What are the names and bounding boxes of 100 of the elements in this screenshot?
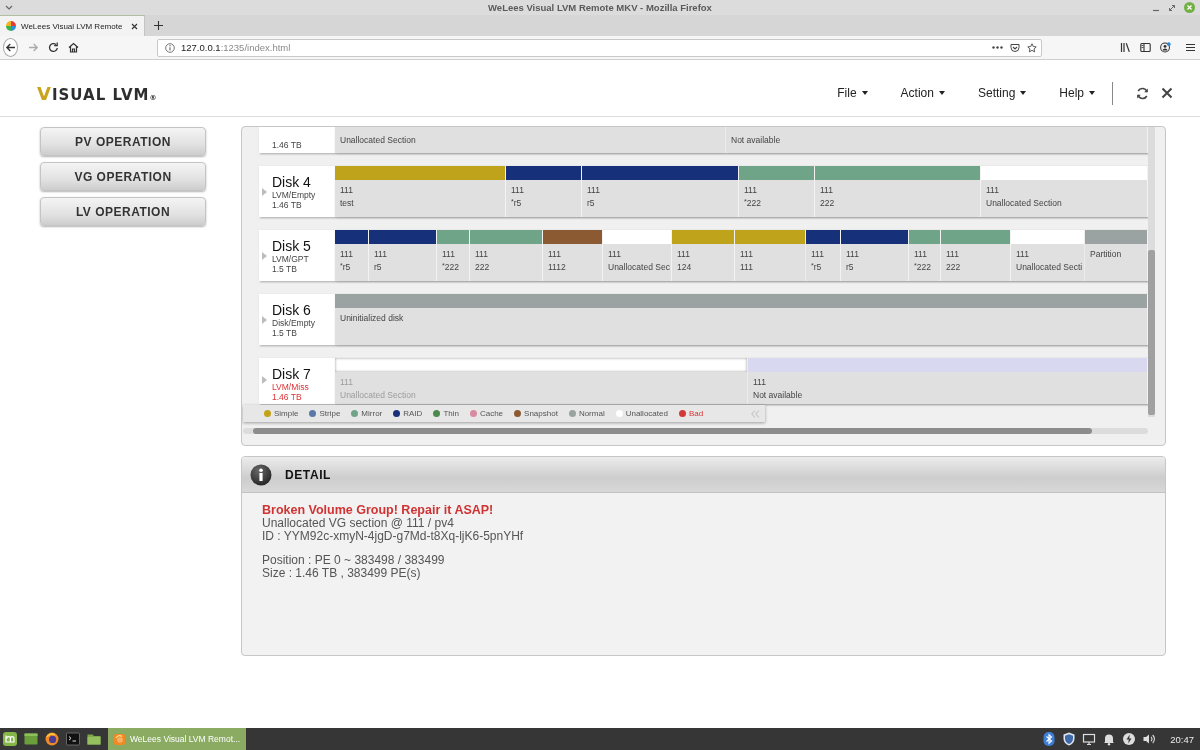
disk-label-card[interactable]: Disk 6 Disk/Empty 1.5 TB: [259, 294, 335, 345]
scrollbar-thumb[interactable]: [1148, 250, 1155, 415]
partition-segment[interactable]: 111 222: [941, 230, 1011, 281]
folder-icon[interactable]: [87, 732, 101, 746]
operation-button[interactable]: LV OPERATION: [40, 197, 206, 226]
star-icon[interactable]: [1027, 42, 1037, 53]
shield-icon[interactable]: [1062, 732, 1077, 746]
segment-label: r5: [587, 197, 596, 210]
refresh-icon[interactable]: [1136, 86, 1149, 100]
maximize-icon[interactable]: [1168, 3, 1176, 12]
disk-label-card[interactable]: Disk 7 LVM/Miss 1.46 TB: [259, 358, 335, 404]
disk-label-card[interactable]: 1.46 TB: [259, 127, 335, 153]
partition-segment[interactable]: 111 222: [815, 166, 981, 217]
url-field[interactable]: 127.0.0.1:1235/index.html: [157, 38, 1042, 57]
partition-segment[interactable]: Unallocated Section: [335, 127, 726, 153]
disk-size: 1.46 TB: [272, 392, 303, 402]
partition-segment[interactable]: 111 111: [735, 230, 806, 281]
volume-group-label: 111: [846, 248, 860, 261]
partition-segment[interactable]: 111 r5: [582, 166, 739, 217]
menu-item[interactable]: Help: [1059, 86, 1095, 100]
bluetooth-icon[interactable]: [1042, 732, 1057, 746]
globe-icon[interactable]: [45, 732, 59, 746]
segment-label: $^{*}$r5: [811, 261, 823, 274]
partition-segment[interactable]: Partition: [1085, 230, 1148, 281]
legend-label: Normal: [578, 409, 605, 418]
bell-icon[interactable]: [1102, 732, 1117, 746]
partition-segment[interactable]: 111 Not available: [748, 358, 1148, 404]
segment-label: 222: [475, 261, 491, 274]
arrow-icon: [262, 376, 267, 384]
partition-segment[interactable]: 111 test: [335, 166, 506, 217]
segment-label: Not available: [753, 389, 804, 402]
window-title: WeLees Visual LVM Remote MKV - Mozilla Firefox: [487, 2, 713, 13]
menu-icon[interactable]: [1185, 42, 1196, 53]
account-icon[interactable]: [1160, 42, 1171, 53]
legend-label: RAID: [403, 409, 423, 418]
close-icon[interactable]: [1161, 87, 1173, 99]
partition-segment[interactable]: 111 r5: [841, 230, 909, 281]
home-icon[interactable]: [68, 42, 79, 53]
back-button[interactable]: [3, 38, 18, 57]
disk-type: LVM/Miss: [272, 382, 310, 392]
segment-label: $^{*}$222: [442, 261, 460, 274]
partition-segment[interactable]: 111 1112: [543, 230, 603, 281]
reload-icon[interactable]: [48, 42, 59, 53]
sidebar-icon[interactable]: [1140, 42, 1151, 53]
disk-size: 1.5 TB: [272, 263, 298, 274]
site-info-icon[interactable]: [165, 42, 175, 53]
disk-label-card[interactable]: Disk 5 LVM/GPT 1.5 TB: [259, 230, 335, 281]
arrow-icon: [262, 315, 267, 324]
disk-label-card[interactable]: Disk 4 LVM/Empty 1.46 TB: [259, 166, 335, 217]
clock: 20:47: [1170, 733, 1194, 745]
segment-label: 222: [820, 197, 836, 210]
partition-segment[interactable]: 111 r5: [369, 230, 437, 281]
partition-segment[interactable]: 111 Unallocated Section: [981, 166, 1148, 217]
operation-button[interactable]: PV OPERATION: [40, 127, 206, 156]
arrow-icon: [262, 187, 267, 196]
disk-type: LVM/GPT: [272, 253, 310, 264]
partition-segment[interactable]: 111 $^{*}$222: [437, 230, 470, 281]
volume-icon[interactable]: [1142, 732, 1157, 746]
segment-label: Unallocated Section: [340, 134, 417, 147]
menu-item[interactable]: Setting: [977, 86, 1027, 100]
partition-segment[interactable]: 111 $^{*}$r5: [506, 166, 582, 217]
arrow-icon: [262, 251, 267, 260]
new-tab-icon[interactable]: [154, 21, 164, 30]
close-tab-icon[interactable]: [131, 22, 139, 30]
browser-tab[interactable]: WeLees Visual LVM Remote: [0, 15, 146, 36]
pocket-icon[interactable]: [1010, 42, 1020, 53]
segment-label: Unallocated Section: [986, 197, 1063, 210]
partition-segment[interactable]: Uninitialized disk: [335, 294, 1148, 345]
operation-button[interactable]: VG OPERATION: [40, 162, 206, 191]
partition-segment[interactable]: 111 $^{*}$r5: [806, 230, 841, 281]
menu-item[interactable]: File: [837, 86, 868, 100]
partition-segment[interactable]: 111 $^{*}$222: [739, 166, 815, 217]
chevron-down-icon[interactable]: [5, 5, 13, 10]
partition-segment[interactable]: 111 222: [470, 230, 543, 281]
more-dots-icon[interactable]: [992, 46, 1003, 49]
disk-size: 1.46 TB: [272, 140, 302, 150]
volume-group-label: 111: [587, 184, 601, 197]
menu-item[interactable]: Action: [900, 86, 945, 100]
disk-name: Disk 4: [272, 173, 312, 190]
vertical-scrollbar[interactable]: [1148, 127, 1155, 417]
library-icon[interactable]: [1120, 42, 1131, 53]
partition-segment[interactable]: 111 Unallocated Secti: [1011, 230, 1085, 281]
partition-segment[interactable]: 111 124: [672, 230, 735, 281]
partition-segment[interactable]: 111 $^{*}$222: [909, 230, 941, 281]
disk-size: 1.46 TB: [272, 199, 302, 210]
detail-text: Unallocated VG section @ 111 / pv4: [262, 517, 455, 530]
volume-group-label: 111: [820, 184, 834, 197]
partition-segment[interactable]: 111 $^{*}$r5: [335, 230, 369, 281]
disk-name: Disk 7: [272, 366, 311, 382]
volume-group-label: 111: [548, 248, 562, 261]
show-desktop-icon[interactable]: [24, 732, 38, 746]
monitor-icon[interactable]: [1082, 732, 1097, 746]
terminal-icon[interactable]: [66, 732, 80, 746]
segment-label: Not available: [731, 134, 782, 147]
partition-segment[interactable]: 111 Unallocated Sec: [603, 230, 672, 281]
site-favicon-icon: [6, 21, 16, 31]
segment-label: 1112: [548, 261, 567, 274]
partition-segment[interactable]: Not available: [726, 127, 1148, 153]
start-menu-icon[interactable]: [3, 732, 17, 746]
lightning-icon[interactable]: [1122, 732, 1137, 746]
